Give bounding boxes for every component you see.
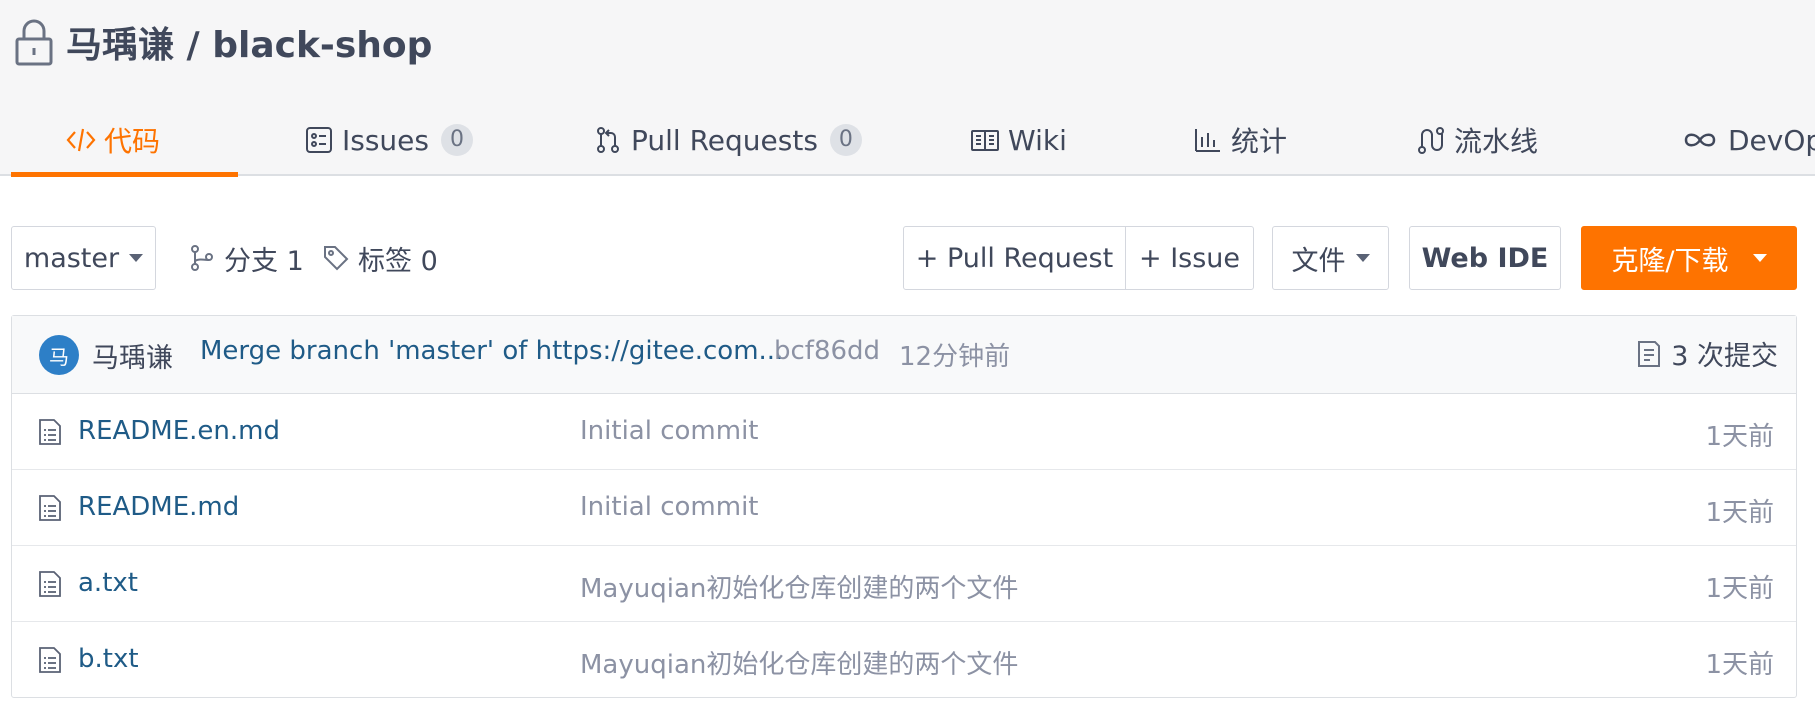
file-row: README.md Initial commit 1天前 (12, 470, 1796, 546)
tags-link[interactable]: 标签 0 (322, 226, 438, 290)
book-icon (971, 130, 999, 151)
commit-hash[interactable]: bcf86dd (774, 336, 880, 366)
issues-icon (306, 127, 332, 153)
tab-code[interactable]: 代码 (66, 104, 160, 176)
file-commit-time: 1天前 (1705, 498, 1774, 528)
tab-pipeline-label: 流水线 (1454, 125, 1539, 158)
issues-count-badge: 0 (441, 124, 473, 156)
web-ide-label: Web IDE (1421, 242, 1549, 274)
tab-devops-label: DevOps (1728, 123, 1815, 157)
file-menu-label: 文件 (1291, 245, 1346, 277)
file-icon (39, 571, 61, 597)
repo-title-bar: 马瑀谦 / black-shop (14, 14, 432, 70)
chevron-down-icon (1355, 254, 1370, 262)
file-list: 马 马瑀谦 Merge branch 'master' of https://g… (11, 315, 1797, 698)
branches-link[interactable]: 分支 1 (188, 226, 304, 290)
bar-chart-icon (1195, 129, 1220, 152)
clone-download-button[interactable]: 克隆/下载 (1581, 226, 1797, 290)
branch-select[interactable]: master (11, 226, 156, 290)
repo-tabs: 代码 Issues 0 Pull Requests 0 Wiki 统计 流水线 … (0, 104, 1815, 177)
file-name-link[interactable]: README.en.md (78, 416, 280, 446)
commit-count-link[interactable]: 3 次提交 (1635, 334, 1778, 373)
file-commit-time: 1天前 (1705, 574, 1774, 604)
commits-icon (1638, 340, 1661, 367)
file-commit-message[interactable]: Initial commit (580, 416, 758, 446)
file-row: b.txt Mayuqian初始化仓库创建的两个文件 1天前 (12, 622, 1796, 698)
infinity-icon (1684, 133, 1716, 147)
file-row: a.txt Mayuqian初始化仓库创建的两个文件 1天前 (12, 546, 1796, 622)
clone-download-label: 克隆/下载 (1611, 245, 1729, 277)
create-button-group: + Pull Request + Issue (903, 226, 1254, 290)
chevron-down-icon (129, 254, 144, 262)
tab-statistics-label: 统计 (1231, 125, 1288, 158)
repo-header: 马瑀谦 / black-shop 代码 Issues 0 Pull Reques… (0, 0, 1815, 177)
avatar[interactable]: 马 (39, 335, 79, 375)
lock-icon (15, 19, 53, 66)
file-icon (39, 419, 61, 445)
tab-code-label: 代码 (104, 125, 161, 158)
tab-pipeline[interactable]: 流水线 (1416, 104, 1538, 176)
branches-label: 分支 1 (224, 245, 304, 277)
tab-wiki[interactable]: Wiki (970, 104, 1067, 176)
commit-count-label: 3 次提交 (1671, 341, 1778, 372)
tab-issues[interactable]: Issues 0 (304, 104, 473, 176)
file-icon (39, 495, 61, 521)
file-commit-message[interactable]: Mayuqian初始化仓库创建的两个文件 (580, 568, 1018, 605)
commit-author[interactable]: 马瑀谦 (92, 336, 173, 375)
tab-wiki-label: Wiki (1008, 123, 1067, 157)
tag-icon (324, 246, 349, 271)
file-menu-button[interactable]: 文件 (1272, 226, 1389, 290)
file-commit-message[interactable]: Initial commit (580, 492, 758, 522)
pull-request-icon (597, 127, 619, 153)
web-ide-button[interactable]: Web IDE (1409, 226, 1561, 290)
file-name-link[interactable]: README.md (78, 492, 239, 522)
tags-label: 标签 0 (358, 245, 438, 277)
tab-pull-requests[interactable]: Pull Requests 0 (593, 104, 862, 176)
pull-requests-count-badge: 0 (829, 124, 862, 156)
chevron-down-icon (1752, 254, 1767, 262)
branch-select-label: master (23, 242, 120, 274)
latest-commit-bar: 马 马瑀谦 Merge branch 'master' of https://g… (12, 316, 1796, 394)
file-icon (39, 647, 61, 673)
active-tab-indicator (11, 172, 238, 177)
tab-devops[interactable]: DevOps (1680, 104, 1815, 176)
code-icon (66, 128, 96, 152)
file-commit-message[interactable]: Mayuqian初始化仓库创建的两个文件 (580, 644, 1018, 681)
tab-issues-label: Issues (342, 123, 429, 157)
file-name-link[interactable]: a.txt (78, 568, 138, 598)
file-commit-time: 1天前 (1705, 422, 1774, 452)
commit-message-link[interactable]: Merge branch 'master' of https://gitee.c… (200, 336, 783, 366)
file-name-link[interactable]: b.txt (78, 644, 139, 674)
branch-icon (191, 245, 213, 271)
tab-statistics[interactable]: 统计 (1193, 104, 1287, 176)
repo-title[interactable]: 马瑀谦 / black-shop (66, 16, 432, 68)
new-issue-button[interactable]: + Issue (1125, 227, 1253, 289)
pipeline-icon (1418, 127, 1444, 154)
file-commit-time: 1天前 (1705, 650, 1774, 680)
commit-time: 12分钟前 (899, 342, 1011, 372)
tab-pull-requests-label: Pull Requests (631, 123, 818, 157)
new-pull-request-button[interactable]: + Pull Request (904, 227, 1125, 289)
file-row: README.en.md Initial commit 1天前 (12, 394, 1796, 470)
